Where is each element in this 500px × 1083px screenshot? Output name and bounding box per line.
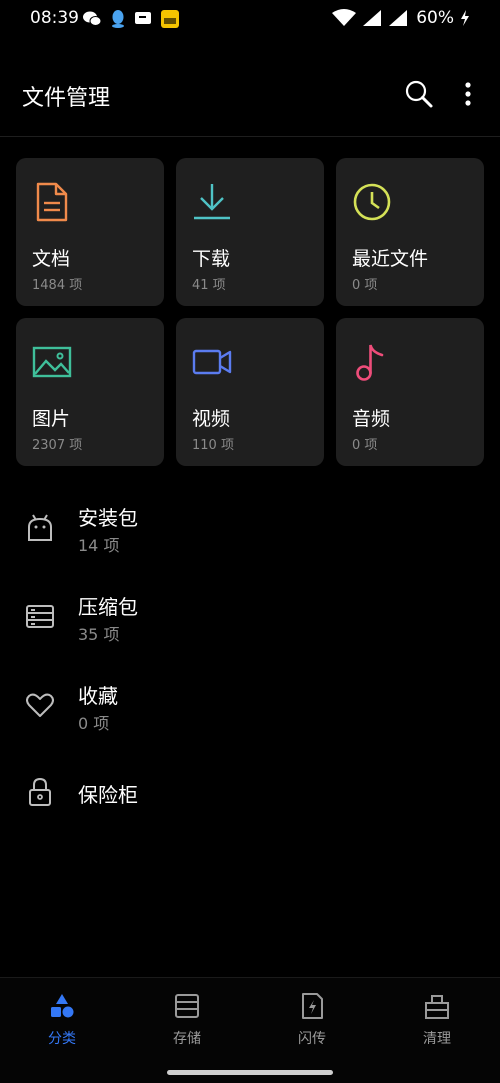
category-icon — [51, 994, 74, 1018]
category-videos[interactable]: 视频 110 项 — [176, 318, 324, 466]
video-icon — [192, 349, 232, 375]
signal-icon-2 — [389, 10, 408, 26]
category-label: 音频 — [352, 408, 391, 430]
category-recent[interactable]: 最近文件 0 项 — [336, 158, 484, 306]
charging-icon — [461, 10, 469, 26]
home-indicator[interactable] — [167, 1070, 333, 1075]
battery-level: 60% — [416, 8, 454, 28]
list-item-label: 收藏 — [78, 684, 118, 708]
category-label: 文档 — [32, 248, 71, 270]
list-item-favorites[interactable]: 收藏 0 项 — [0, 664, 500, 753]
divider — [0, 136, 500, 137]
flash-transfer-icon — [302, 993, 323, 1019]
search-button[interactable] — [404, 79, 434, 109]
category-count: 0 项 — [352, 278, 378, 293]
tab-flash-transfer[interactable]: 闪传 — [262, 992, 362, 1062]
tab-storage[interactable]: 存储 — [137, 992, 237, 1062]
tab-label: 闪传 — [298, 1031, 326, 1047]
tab-label: 存储 — [173, 1031, 201, 1047]
special-list: 安装包 14 项 压缩包 35 项 收藏 0 项 保险柜 — [0, 486, 500, 842]
image-icon — [32, 346, 72, 378]
heart-icon — [26, 693, 54, 717]
category-count: 2307 项 — [32, 438, 83, 453]
notification-icons — [82, 8, 180, 30]
status-bar: 08:39 60% — [0, 0, 500, 38]
category-documents[interactable]: 文档 1484 项 — [16, 158, 164, 306]
category-label: 视频 — [192, 408, 231, 430]
category-label: 图片 — [32, 408, 71, 430]
category-label: 下载 — [192, 248, 231, 270]
list-item-label: 保险柜 — [78, 783, 138, 807]
category-count: 41 项 — [192, 278, 226, 293]
clean-icon — [425, 995, 449, 1019]
category-images[interactable]: 图片 2307 项 — [16, 318, 164, 466]
storage-icon — [175, 994, 199, 1018]
document-icon — [36, 182, 68, 222]
message-icon — [135, 12, 151, 24]
archive-icon — [26, 605, 54, 628]
music-note-icon — [356, 344, 384, 381]
bottom-nav: 分类 存储 闪传 清理 — [0, 978, 500, 1083]
list-item-archive[interactable]: 压缩包 35 项 — [0, 575, 500, 664]
category-count: 0 项 — [352, 438, 378, 453]
android-icon — [28, 514, 52, 541]
download-icon — [194, 184, 230, 220]
search-icon — [405, 80, 433, 108]
tab-clean[interactable]: 清理 — [387, 992, 487, 1062]
tab-label: 清理 — [423, 1031, 451, 1047]
category-label: 最近文件 — [352, 248, 429, 270]
category-grid: 文档 1484 项 下载 41 项 最近文件 0 项 图片 2307 项 视频 … — [16, 158, 484, 466]
qq-icon — [112, 10, 124, 28]
list-item-count: 0 项 — [78, 714, 110, 733]
lock-icon — [29, 777, 51, 806]
clock-icon — [353, 183, 391, 221]
category-count: 110 项 — [192, 438, 234, 453]
more-options-button[interactable] — [458, 80, 478, 110]
status-time: 08:39 — [30, 8, 79, 28]
list-item-label: 压缩包 — [78, 595, 138, 619]
wifi-icon — [332, 9, 357, 26]
list-item-count: 14 项 — [78, 536, 120, 555]
page-title: 文件管理 — [22, 86, 111, 111]
more-vertical-icon — [465, 82, 471, 106]
signal-icon — [363, 10, 382, 26]
tab-label: 分类 — [48, 1031, 76, 1047]
status-right: 60% — [332, 7, 470, 29]
tab-category[interactable]: 分类 — [12, 992, 112, 1062]
list-item-apk[interactable]: 安装包 14 项 — [0, 486, 500, 575]
list-item-count: 35 项 — [78, 625, 120, 644]
category-downloads[interactable]: 下载 41 项 — [176, 158, 324, 306]
app-notification-icon — [161, 10, 179, 28]
wechat-icon — [83, 11, 102, 26]
category-count: 1484 项 — [32, 278, 83, 293]
list-item-label: 安装包 — [78, 506, 138, 530]
list-item-safe[interactable]: 保险柜 — [0, 753, 500, 842]
category-audio[interactable]: 音频 0 项 — [336, 318, 484, 466]
